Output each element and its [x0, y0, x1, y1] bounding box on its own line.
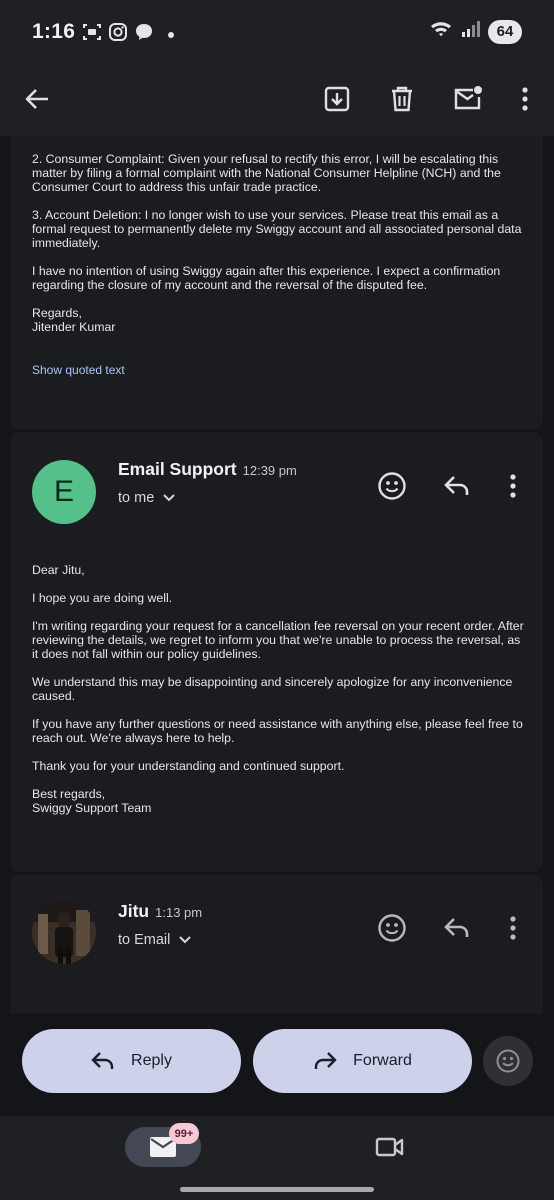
message-time: 12:39 pm [242, 463, 297, 478]
wifi-icon [430, 19, 452, 44]
mark-unread-icon[interactable] [443, 74, 493, 124]
reply-icon[interactable] [437, 466, 477, 506]
message-card-previous: 2. Consumer Complaint: Given your refusa… [10, 136, 543, 430]
sender-header: Jitu 1:13 pm [118, 901, 202, 922]
reply-label: Reply [131, 1052, 172, 1069]
email-toolbar [0, 62, 554, 136]
recipient-label: to Email [118, 932, 171, 948]
emoji-reaction-button[interactable] [483, 1036, 533, 1086]
more-vert-icon[interactable] [493, 466, 533, 506]
home-indicator[interactable] [180, 1187, 374, 1192]
team-signature: Swiggy Support Team [32, 801, 152, 815]
signature-name: Jitender Kumar [32, 320, 116, 334]
body-paragraph: 2. Consumer Complaint: Given your refusa… [32, 152, 501, 194]
notification-icons [82, 22, 174, 47]
video-camera-icon [375, 1137, 404, 1157]
delete-icon[interactable] [377, 74, 427, 124]
avatar: E [32, 460, 96, 524]
body-paragraph: Thank you for your understanding and con… [32, 759, 345, 773]
status-time: 1:16 [32, 20, 76, 43]
reply-icon[interactable] [437, 908, 477, 948]
message-time: 1:13 pm [155, 905, 203, 920]
body-paragraph: 3. Account Deletion: I no longer wish to… [32, 208, 522, 250]
status-bar: 1:16 64 [0, 0, 554, 62]
more-vert-icon[interactable] [500, 74, 550, 124]
archive-icon[interactable] [312, 74, 362, 124]
message-body: 2. Consumer Complaint: Given your refusa… [32, 152, 527, 348]
forward-icon [314, 1052, 337, 1069]
message-card-email-support: E Email Support 12:39 pm to me Dear Jitu,… [10, 432, 543, 872]
screenshot-icon [82, 22, 102, 47]
closing-line: Best regards, [32, 787, 106, 801]
reply-action-bar: Reply Forward [0, 1014, 554, 1116]
body-paragraph: I'm writing regarding your request for a… [32, 619, 524, 661]
system-icons: 64 [430, 19, 522, 44]
dot-icon [168, 31, 174, 38]
chevron-down-icon [179, 936, 192, 944]
body-paragraph: If you have any further questions or nee… [32, 717, 523, 745]
sender-header: Email Support 12:39 pm [118, 459, 297, 480]
back-arrow-icon[interactable] [12, 74, 62, 124]
forward-button[interactable]: Forward [253, 1029, 472, 1093]
body-paragraph: I hope you are doing well. [32, 591, 173, 605]
recipient-label: to me [118, 490, 155, 506]
chevron-down-icon [163, 494, 175, 502]
reply-icon [91, 1052, 114, 1069]
sender-name: Jitu [118, 901, 150, 921]
regards-line: Regards, [32, 306, 82, 320]
emoji-reaction-icon[interactable] [372, 908, 412, 948]
gmail-screen: 1:16 64 2. Consumer Complaint: Given you… [0, 0, 554, 1200]
greeting: Dear Jitu, [32, 563, 85, 577]
body-paragraph: I have no intention of using Swiggy agai… [32, 264, 501, 292]
reply-button[interactable]: Reply [22, 1029, 241, 1093]
battery-indicator: 64 [488, 19, 522, 44]
forward-label: Forward [353, 1052, 412, 1069]
chat-bubble-icon [134, 22, 154, 47]
message-card-jitu: Jitu 1:13 pm to Email [10, 874, 543, 1014]
show-quoted-text-link[interactable]: Show quoted text [32, 363, 125, 377]
emoji-icon [496, 1049, 520, 1073]
recipient-toggle[interactable]: to Email [118, 932, 192, 948]
instagram-icon [108, 22, 128, 47]
unread-badge: 99+ [169, 1123, 199, 1144]
more-vert-icon[interactable] [493, 908, 533, 948]
emoji-reaction-icon[interactable] [372, 466, 412, 506]
signal-icon [460, 19, 480, 44]
nav-meet-tab[interactable] [370, 1130, 410, 1164]
avatar [32, 900, 96, 964]
body-paragraph: We understand this may be disappointing … [32, 675, 513, 703]
message-body: Dear Jitu, I hope you are doing well. I'… [32, 563, 527, 829]
recipient-toggle[interactable]: to me [118, 490, 176, 506]
sender-name: Email Support [118, 459, 237, 479]
